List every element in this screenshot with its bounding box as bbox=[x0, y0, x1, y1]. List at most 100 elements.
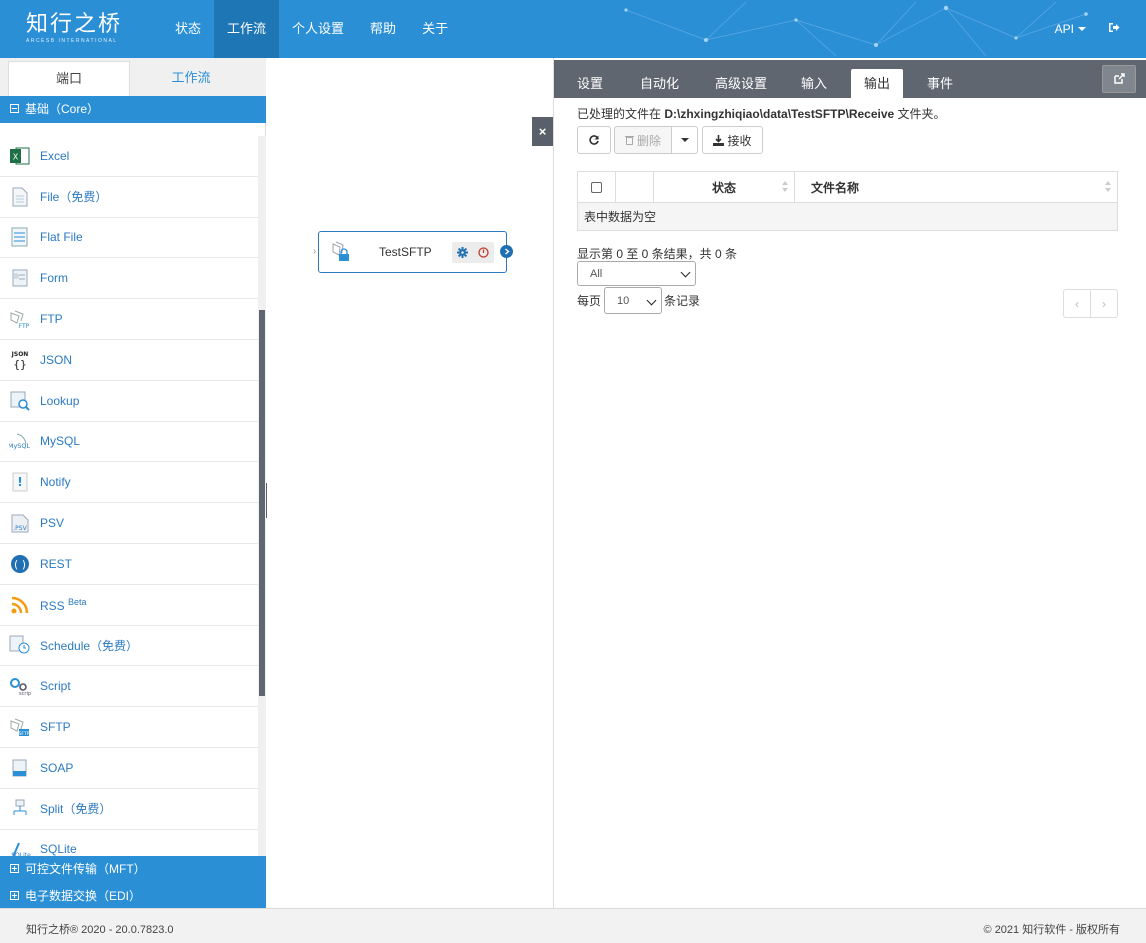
connector-item-label: SFTP bbox=[40, 720, 71, 735]
column-filename[interactable]: 文件名称 bbox=[795, 172, 1117, 202]
category-core-header[interactable]: 基础（Core） bbox=[0, 96, 266, 123]
sqlite-icon: SQLite bbox=[9, 838, 31, 856]
svg-text:SFTP: SFTP bbox=[19, 731, 30, 737]
select-all-cell bbox=[578, 172, 616, 202]
connector-item-label: MySQL bbox=[40, 434, 81, 449]
soap-icon bbox=[9, 757, 31, 779]
sftp-icon: SFTP bbox=[9, 716, 31, 738]
connector-item[interactable]: Split（免费） bbox=[0, 789, 258, 830]
gear-icon[interactable] bbox=[457, 247, 468, 258]
category-edi-header[interactable]: 电子数据交换（EDI） bbox=[0, 883, 266, 910]
nav-workflow[interactable]: 工作流 bbox=[214, 0, 280, 58]
footer: 知行之桥® 2020 - 20.0.7823.0 © 2021 知行软件 - 版… bbox=[0, 908, 1146, 943]
icon-column-header bbox=[616, 172, 654, 202]
tab-connectors[interactable]: 端口 bbox=[8, 61, 130, 96]
expand-icon bbox=[10, 891, 19, 900]
connector-item-label: JSON bbox=[40, 352, 73, 367]
select-all-checkbox[interactable] bbox=[591, 181, 602, 193]
per-page-value: 10 bbox=[617, 294, 630, 307]
svg-text:.PSV: .PSV bbox=[13, 525, 27, 532]
connector-item[interactable]: ( ) REST bbox=[0, 544, 258, 585]
svg-text:script: script bbox=[19, 691, 31, 696]
app-logo[interactable]: 知行之桥 ARCESB INTERNATIONAL bbox=[26, 12, 122, 44]
connector-item[interactable]: Form bbox=[0, 258, 258, 300]
svg-text:!: ! bbox=[17, 475, 22, 489]
category-mft-label: 可控文件传输（MFT） bbox=[25, 862, 146, 876]
beta-badge: Beta bbox=[68, 596, 87, 607]
lookup-icon bbox=[9, 390, 31, 412]
connector-item[interactable]: SFTP SFTP bbox=[0, 707, 258, 748]
nav-personal-settings[interactable]: 个人设置 bbox=[279, 0, 357, 58]
nav-about[interactable]: 关于 bbox=[409, 0, 461, 58]
connector-item[interactable]: ! Notify bbox=[0, 462, 258, 504]
tab-automation[interactable]: 自动化 bbox=[627, 69, 692, 98]
connector-item[interactable]: MySQL MySQL bbox=[0, 422, 258, 463]
nav-right: API bbox=[1055, 0, 1120, 58]
popout-button[interactable] bbox=[1102, 65, 1136, 93]
svg-text:( ): ( ) bbox=[14, 558, 26, 571]
nav-status[interactable]: 状态 bbox=[162, 0, 214, 58]
svg-text:X: X bbox=[13, 152, 19, 161]
power-icon[interactable] bbox=[478, 247, 489, 258]
connector-item[interactable]: Lookup bbox=[0, 381, 258, 422]
properties-tabs: 设置 自动化 高级设置 输入 输出 事件 bbox=[554, 60, 1146, 98]
tab-input[interactable]: 输入 bbox=[788, 69, 840, 98]
api-label: API bbox=[1054, 22, 1074, 36]
connector-item[interactable]: .PSV PSV bbox=[0, 503, 258, 544]
tab-advanced[interactable]: 高级设置 bbox=[702, 69, 780, 98]
category-mft-header[interactable]: 可控文件传输（MFT） bbox=[0, 856, 266, 883]
connector-item-label: REST bbox=[40, 556, 73, 571]
connector-item[interactable]: FTP FTP bbox=[0, 299, 258, 340]
input-port-icon[interactable]: › bbox=[313, 246, 316, 257]
refresh-button[interactable] bbox=[577, 126, 611, 154]
connector-item[interactable]: Flat File bbox=[0, 218, 258, 259]
workflow-canvas[interactable] bbox=[267, 58, 553, 908]
connector-item[interactable]: SQLite SQLite bbox=[0, 830, 258, 856]
ftp-icon: FTP bbox=[9, 308, 31, 330]
tab-output[interactable]: 输出 bbox=[851, 69, 904, 98]
tab-workflows[interactable]: 工作流 bbox=[130, 61, 252, 96]
tab-settings[interactable]: 设置 bbox=[564, 69, 616, 98]
connector-item[interactable]: SOAP bbox=[0, 748, 258, 789]
connector-item-label: PSV bbox=[40, 516, 65, 531]
api-dropdown[interactable]: API bbox=[1055, 22, 1086, 36]
notify-icon: ! bbox=[9, 471, 31, 493]
sort-icon bbox=[782, 181, 788, 193]
close-panel-button[interactable]: × bbox=[532, 117, 553, 146]
logout-icon[interactable] bbox=[1108, 22, 1120, 36]
category-core-label: 基础（Core） bbox=[25, 102, 100, 116]
connector-item[interactable]: JSON{} JSON bbox=[0, 340, 258, 381]
receive-button[interactable]: 接收 bbox=[702, 126, 763, 154]
connector-node[interactable]: › TestSFTP bbox=[313, 231, 513, 273]
svg-text:{}: {} bbox=[13, 358, 26, 371]
connector-item[interactable]: RSS Beta bbox=[0, 585, 258, 626]
top-navbar: 知行之桥 ARCESB INTERNATIONAL 状态 工作流 个人设置 帮助… bbox=[0, 0, 1146, 58]
output-files-table: 状态 文件名称 表中数据为空 bbox=[577, 171, 1118, 231]
connector-panel: 端口 工作流 基础（Core） X Excel File（免费） Flat File F… bbox=[0, 58, 266, 910]
connector-item-label: Excel bbox=[40, 148, 70, 163]
nav-help[interactable]: 帮助 bbox=[357, 0, 409, 58]
next-page-button[interactable]: › bbox=[1091, 290, 1117, 317]
per-page-suffix-wrap: 条记录 bbox=[664, 292, 700, 309]
tab-events[interactable]: 事件 bbox=[914, 69, 966, 98]
download-icon bbox=[713, 134, 725, 146]
scrollbar-thumb[interactable] bbox=[259, 310, 265, 696]
connector-item-label: RSS Beta bbox=[40, 596, 87, 613]
delete-button[interactable]: 删除 bbox=[614, 126, 672, 154]
info-path: D:\zhxingzhiqiao\data\TestSFTP\Receive bbox=[664, 107, 895, 121]
filter-select[interactable]: All bbox=[577, 261, 696, 286]
connector-item[interactable]: script Script bbox=[0, 666, 258, 708]
per-page-select[interactable]: 10 bbox=[604, 287, 662, 314]
script-icon: script bbox=[9, 675, 31, 697]
connector-item[interactable]: Schedule（免费） bbox=[0, 626, 258, 667]
per-page-suffix: 条记录 bbox=[664, 294, 701, 308]
column-status[interactable]: 状态 bbox=[654, 172, 795, 202]
connector-item-label: FTP bbox=[40, 312, 63, 327]
connector-item[interactable]: File（免费） bbox=[0, 177, 258, 218]
connector-item[interactable]: X Excel bbox=[0, 136, 258, 177]
table-empty-row: 表中数据为空 bbox=[577, 203, 1118, 231]
output-port-icon[interactable] bbox=[500, 245, 513, 258]
prev-page-button[interactable]: ‹ bbox=[1064, 290, 1091, 317]
delete-options-dropdown[interactable] bbox=[671, 126, 698, 154]
refresh-icon bbox=[589, 135, 599, 145]
